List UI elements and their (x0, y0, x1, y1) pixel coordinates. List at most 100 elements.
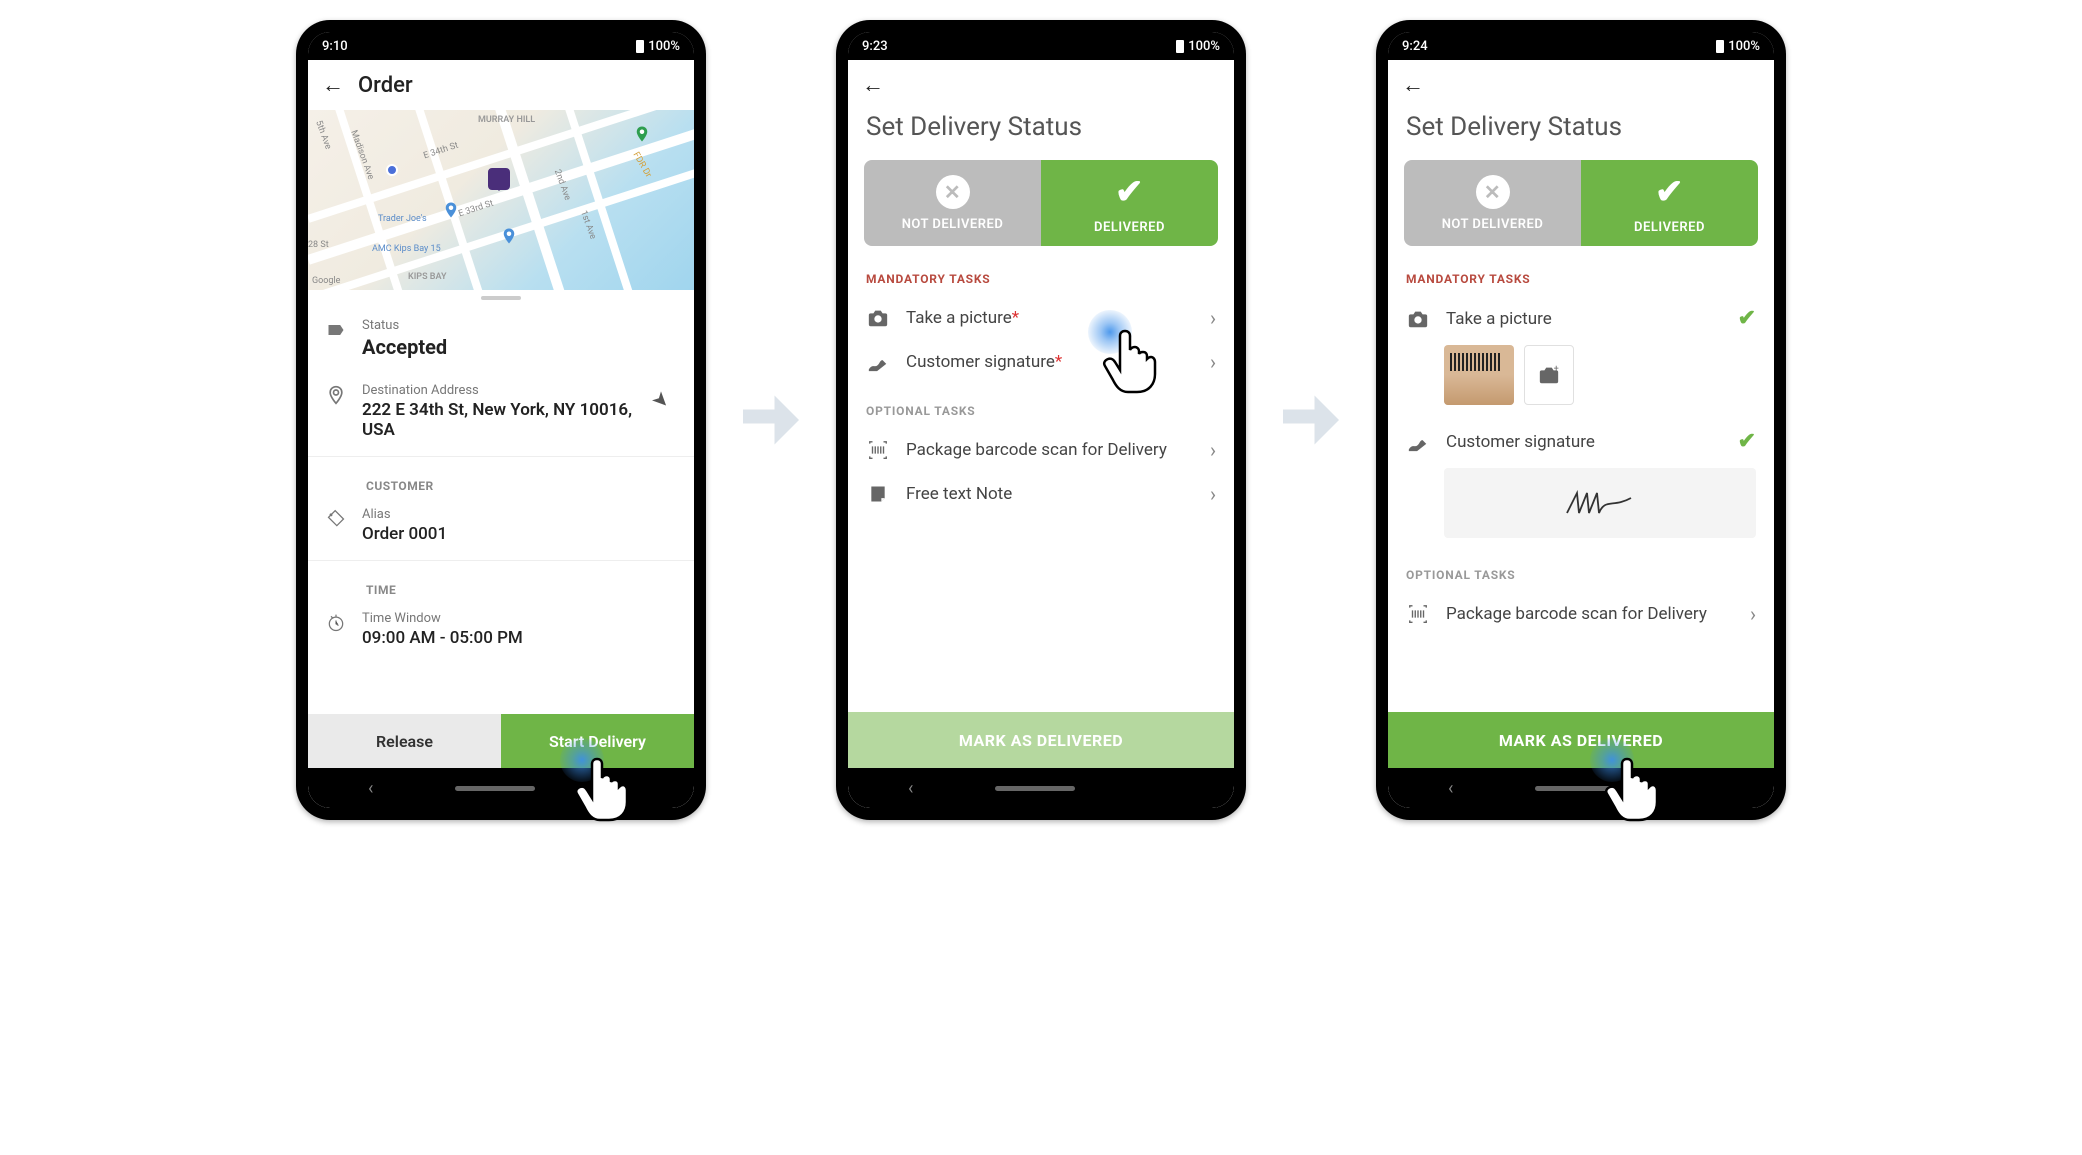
map-label: AMC Kips Bay 15 (372, 244, 441, 254)
signature-icon (866, 351, 890, 373)
task-label: Package barcode scan for Delivery (1446, 604, 1734, 624)
task-barcode[interactable]: Package barcode scan for Delivery › (848, 428, 1234, 472)
timewindow-row: Time Window 09:00 AM - 05:00 PM (308, 599, 694, 660)
map[interactable]: MURRAY HILL KIPS BAY E 34th St E 33rd St… (308, 110, 694, 290)
customer-section-label: CUSTOMER (308, 461, 694, 495)
nav-back-icon[interactable]: ‹ (368, 778, 373, 799)
chevron-right-icon: › (1210, 438, 1216, 462)
signature-icon (1406, 431, 1430, 453)
chevron-right-icon: › (1210, 306, 1216, 330)
chevron-right-icon: › (1750, 602, 1756, 626)
task-signature[interactable]: Customer signature* › (848, 340, 1234, 384)
map-label: KIPS BAY (408, 272, 447, 282)
map-label: MURRAY HILL (478, 115, 535, 125)
clock-icon (324, 611, 348, 633)
signature-preview[interactable] (1444, 468, 1756, 538)
delivered-button[interactable]: ✔ DELIVERED (1581, 160, 1758, 246)
back-icon[interactable]: ← (862, 72, 884, 98)
svg-text:+: + (1554, 364, 1559, 374)
chevron-right-icon: › (1210, 482, 1216, 506)
not-delivered-label: NOT DELIVERED (1442, 217, 1544, 232)
battery-pct: 100% (1188, 39, 1220, 54)
signature-scribble-icon (1565, 488, 1635, 518)
not-delivered-button[interactable]: ✕ NOT DELIVERED (1404, 160, 1581, 246)
optional-label: OPTIONAL TASKS (1388, 552, 1774, 592)
release-button[interactable]: Release (308, 714, 501, 768)
map-label: Trader Joe's (378, 214, 427, 224)
destination-pin-icon (488, 168, 510, 190)
navigate-icon[interactable]: ➤ (647, 380, 686, 419)
flow-arrow-icon (736, 385, 806, 455)
map-attribution: Google (312, 276, 340, 286)
header: ← Order (308, 60, 694, 110)
alias-icon (324, 507, 348, 529)
alias-row: Alias Order 0001 (308, 495, 694, 556)
map-label: 28 St (308, 240, 329, 250)
destination-row[interactable]: Destination Address 222 E 34th St, New Y… (308, 371, 694, 452)
back-icon[interactable]: ← (1402, 72, 1424, 98)
timewindow-value: 09:00 AM - 05:00 PM (362, 628, 523, 648)
page-title: Order (358, 73, 413, 98)
flow-arrow-icon (1276, 385, 1346, 455)
mark-delivered-button[interactable]: MARK AS DELIVERED (1388, 712, 1774, 768)
barcode-icon (1406, 603, 1430, 625)
page-title: Set Delivery Status (848, 98, 1234, 160)
chevron-right-icon: › (1210, 350, 1216, 374)
task-take-picture[interactable]: Take a picture ✔ (1388, 296, 1774, 341)
nav-home-icon[interactable] (455, 786, 535, 791)
mandatory-label: MANDATORY TASKS (1388, 266, 1774, 296)
done-check-icon: ✔ (1738, 306, 1756, 331)
status-time: 9:10 (322, 39, 348, 54)
nav-home-icon[interactable] (995, 786, 1075, 791)
task-label: Customer signature (906, 352, 1055, 372)
task-label: Package barcode scan for Delivery (906, 440, 1194, 460)
map-label: 1st Ave (578, 209, 598, 240)
battery-pct: 100% (648, 39, 680, 54)
back-icon[interactable]: ← (322, 72, 344, 98)
status-label: Status (362, 318, 447, 333)
map-pin-icon (442, 198, 460, 222)
done-check-icon: ✔ (1738, 429, 1756, 454)
add-photo-button[interactable]: + (1524, 345, 1574, 405)
phone-delivery-status: 9:23 100% ← Set Delivery Status ✕ NOT DE… (836, 20, 1246, 820)
camera-icon (1406, 308, 1430, 330)
task-barcode[interactable]: Package barcode scan for Delivery › (1388, 592, 1774, 636)
photo-thumbnail[interactable] (1444, 345, 1514, 405)
task-label: Take a picture (906, 308, 1012, 328)
task-label: Customer signature (1446, 432, 1722, 452)
nav-back-icon[interactable]: ‹ (1448, 778, 1453, 799)
status-row: Status Accepted (308, 306, 694, 371)
map-metro-icon (386, 164, 398, 176)
x-circle-icon: ✕ (1476, 175, 1510, 209)
not-delivered-button[interactable]: ✕ NOT DELIVERED (864, 160, 1041, 246)
task-take-picture[interactable]: Take a picture* › (848, 296, 1234, 340)
delivery-toggle: ✕ NOT DELIVERED ✔ DELIVERED (1404, 160, 1758, 246)
location-icon (324, 383, 348, 405)
map-label: FDR Dr (631, 151, 653, 180)
start-delivery-button[interactable]: Start Delivery (501, 714, 694, 768)
x-circle-icon: ✕ (936, 175, 970, 209)
phone-delivery-complete: 9:24 100% ← Set Delivery Status ✕ NOT DE… (1376, 20, 1786, 820)
status-bar: 9:23 100% (848, 32, 1234, 60)
mark-delivered-button[interactable]: MARK AS DELIVERED (848, 712, 1234, 768)
task-signature[interactable]: Customer signature ✔ (1388, 419, 1774, 464)
page-title: Set Delivery Status (1388, 98, 1774, 160)
tag-icon (324, 318, 348, 340)
delivered-button[interactable]: ✔ DELIVERED (1041, 160, 1218, 246)
android-nav-bar: ‹ (1388, 768, 1774, 808)
phone-order: 9:10 100% ← Order MURRAY HILL KIPS BAY (296, 20, 706, 820)
camera-icon (866, 307, 890, 329)
alias-value: Order 0001 (362, 524, 447, 544)
battery-icon (636, 40, 644, 53)
task-note[interactable]: Free text Note › (848, 472, 1234, 516)
optional-label: OPTIONAL TASKS (848, 384, 1234, 428)
map-pin-icon (500, 224, 518, 248)
nav-home-icon[interactable] (1535, 786, 1615, 791)
not-delivered-label: NOT DELIVERED (902, 217, 1004, 232)
barcode-icon (866, 439, 890, 461)
drag-handle[interactable] (481, 296, 521, 300)
android-nav-bar: ‹ (848, 768, 1234, 808)
note-icon (866, 484, 890, 504)
nav-back-icon[interactable]: ‹ (908, 778, 913, 799)
status-time: 9:23 (862, 39, 888, 54)
